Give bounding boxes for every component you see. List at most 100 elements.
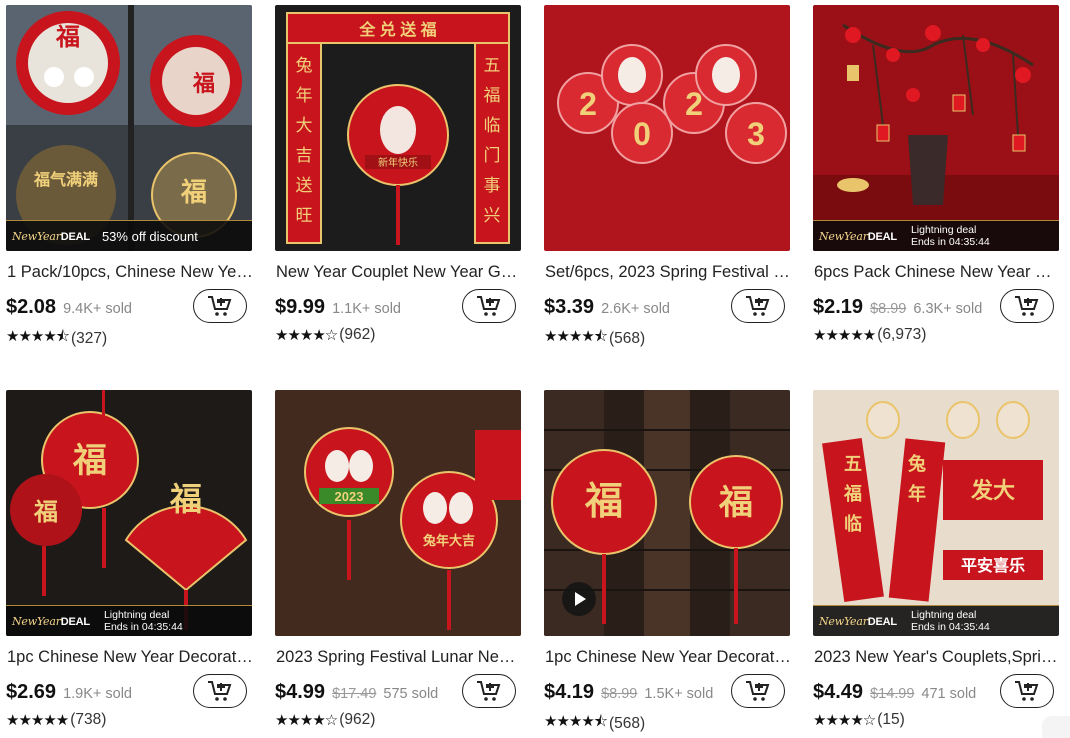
original-price: $8.99 [601, 686, 638, 702]
deal-banner: NewYearDEAL Lightning deal Ends in 04:35… [813, 605, 1059, 636]
product-image[interactable]: NewYearDEAL Lightning deal Ends in 04:35… [813, 5, 1059, 251]
star-rating: ★★★★⯪ [6, 327, 70, 345]
product-card[interactable]: 全 兑 送 福 兔 年 大 吉 送 旺 五 福 临 门 事 兴 新年快乐 New… [269, 0, 522, 360]
product-title[interactable]: 1pc Chinese New Year Decoration Pendant [7, 648, 253, 667]
add-to-cart-button[interactable] [462, 289, 516, 323]
review-count: (738) [70, 711, 107, 728]
newyear-deal-logo: NewYearDEAL [12, 229, 90, 243]
product-image[interactable]: 福 福 福气满满 福 NewYearDEAL 53% off discount [6, 5, 252, 251]
review-count: (962) [339, 326, 376, 343]
review-count: (568) [609, 714, 646, 732]
product-image[interactable]: 全 兑 送 福 兔 年 大 吉 送 旺 五 福 临 门 事 兴 新年快乐 [275, 5, 521, 251]
newyear-deal-logo: NewYearDEAL [819, 614, 897, 628]
product-image[interactable]: 2023 兔年大吉 [275, 390, 521, 636]
svg-text:大: 大 [296, 116, 313, 135]
play-icon[interactable] [562, 582, 596, 616]
svg-text:兔: 兔 [907, 453, 926, 474]
review-count: (6,973) [877, 326, 927, 343]
svg-text:五: 五 [484, 56, 501, 75]
product-title[interactable]: 1pc Chinese New Year Decoration Hanging [545, 648, 791, 667]
review-count: (962) [339, 711, 376, 728]
price: $4.49 [813, 681, 864, 703]
svg-text:旺: 旺 [296, 206, 313, 225]
sold-count: 6.3K+ sold [913, 301, 983, 317]
product-image[interactable]: 福 福 福 NewYearDEAL Lightning deal Ends in… [6, 390, 252, 636]
product-title[interactable]: 2023 New Year's Couplets,Spring Festival [814, 648, 1060, 667]
star-rating: ★★★★⯪ [544, 327, 608, 345]
product-image[interactable]: 福 福 [544, 390, 790, 636]
rating: ★★★★⯪ (327) [6, 326, 107, 351]
lightning-deal-label: Lightning deal [910, 609, 977, 621]
svg-text:福: 福 [55, 24, 80, 51]
add-to-cart-button[interactable] [462, 674, 516, 708]
add-to-cart-icon [477, 296, 501, 316]
svg-text:福: 福 [484, 86, 501, 105]
review-count: (15) [877, 711, 905, 728]
deal-countdown: Ends in 04:35:44 [910, 621, 990, 633]
svg-text:福: 福 [180, 177, 207, 207]
newyear-deal-logo: NewYearDEAL [819, 229, 897, 243]
svg-text:福: 福 [33, 499, 58, 526]
product-title[interactable]: 6pcs Pack Chinese New Year Lanterns [814, 263, 1060, 282]
rating: ★★★★★ (738) [6, 711, 106, 729]
svg-text:福: 福 [192, 71, 215, 96]
svg-text:临: 临 [844, 513, 862, 534]
rating: ★★★★★ (6,973) [813, 326, 926, 344]
svg-text:年: 年 [908, 483, 926, 504]
price-row: $4.49 $14.99 471 sold [813, 681, 976, 704]
product-card[interactable]: 五 福 临 兔 年 发大 平安喜乐 NewYearDEAL Lightning … [807, 385, 1060, 738]
deal-countdown: Ends in 04:35:44 [103, 621, 183, 633]
product-image[interactable]: 五 福 临 兔 年 发大 平安喜乐 NewYearDEAL Lightning … [813, 390, 1059, 636]
product-title[interactable]: Set/6pcs, 2023 Spring Festival Paper Fan… [545, 263, 791, 282]
product-title[interactable]: 1 Pack/10pcs, Chinese New Year Window St… [7, 263, 253, 282]
product-title[interactable]: New Year Couplet New Year Gate Decoratio… [276, 263, 522, 282]
product-card[interactable]: 福 福 福气满满 福 NewYearDEAL 53% off discount … [0, 0, 253, 360]
product-card[interactable]: NewYearDEAL Lightning deal Ends in 04:35… [807, 0, 1060, 360]
product-card[interactable]: 2 0 2 3 Set/6pcs, 2023 Spring Festival P… [538, 0, 791, 360]
svg-text:福: 福 [72, 442, 107, 480]
product-title[interactable]: 2023 Spring Festival Lunar New Year Pend… [276, 648, 522, 667]
star-rating: ★★★★☆ [275, 326, 338, 344]
product-card[interactable]: 2023 兔年大吉 2023 Spring Festival Lunar New… [269, 385, 522, 738]
sold-count: 1.5K+ sold [644, 686, 714, 702]
svg-text:兴: 兴 [484, 206, 501, 225]
product-grid: 福 福 福气满满 福 NewYearDEAL 53% off discount … [0, 0, 1070, 738]
rating: ★★★★⯪ (568) [544, 326, 645, 351]
newyear-deal-logo: NewYearDEAL [12, 614, 90, 628]
deal-countdown: Ends in 04:35:44 [910, 236, 990, 248]
price-row: $3.39 2.6K+ sold [544, 296, 670, 319]
rating: ★★★★☆ (15) [813, 711, 905, 729]
add-to-cart-button[interactable] [193, 674, 247, 708]
star-rating: ★★★★★ [6, 711, 69, 729]
svg-text:2: 2 [685, 86, 703, 122]
product-card[interactable]: 福 福 1pc Chinese New Year Decoration Hang… [538, 385, 791, 738]
svg-text:五: 五 [844, 454, 862, 474]
product-image[interactable]: 2 0 2 3 [544, 5, 790, 251]
lightning-deal-label: Lightning deal [910, 224, 977, 236]
original-price: $14.99 [870, 686, 915, 702]
star-rating: ★★★★☆ [275, 711, 338, 729]
price: $2.08 [6, 296, 57, 318]
add-to-cart-icon [1015, 681, 1039, 701]
add-to-cart-button[interactable] [193, 289, 247, 323]
product-card[interactable]: 福 福 福 NewYearDEAL Lightning deal Ends in… [0, 385, 253, 738]
svg-text:平安喜乐: 平安喜乐 [961, 556, 1025, 575]
svg-text:福: 福 [169, 481, 202, 517]
review-count: (568) [609, 329, 646, 347]
price: $4.19 [544, 681, 595, 703]
svg-text:福: 福 [843, 483, 862, 504]
star-rating: ★★★★☆ [813, 711, 876, 729]
svg-text:福气满满: 福气满满 [33, 170, 98, 189]
add-to-cart-icon [1015, 296, 1039, 316]
add-to-cart-button[interactable] [1000, 674, 1054, 708]
deal-banner: NewYearDEAL Lightning deal Ends in 04:35… [813, 220, 1059, 251]
add-to-cart-button[interactable] [731, 289, 785, 323]
sold-count: 1.1K+ sold [332, 301, 401, 317]
add-to-cart-button[interactable] [1000, 289, 1054, 323]
price-row: $4.19 $8.99 1.5K+ sold [544, 681, 713, 704]
svg-text:2023: 2023 [335, 489, 364, 504]
page-corner-widget [1042, 716, 1070, 738]
svg-text:门: 门 [484, 146, 501, 165]
add-to-cart-button[interactable] [731, 674, 785, 708]
deal-banner: NewYearDEAL Lightning deal Ends in 04:35… [6, 605, 252, 636]
